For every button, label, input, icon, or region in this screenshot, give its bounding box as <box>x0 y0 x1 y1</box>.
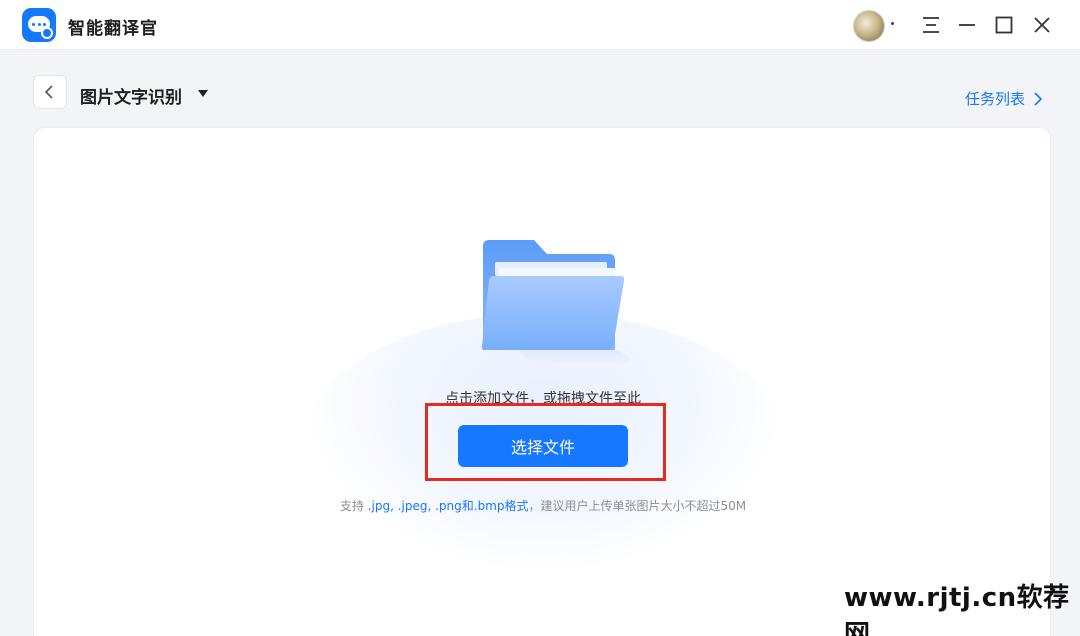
page-title[interactable]: 图片文字识别 <box>80 83 182 108</box>
close-icon <box>1034 17 1050 33</box>
minimize-button[interactable] <box>955 13 979 37</box>
select-file-button[interactable]: 选择文件 <box>458 425 628 467</box>
supported-formats-note: 支持 .jpg, .jpeg, .png和.bmp格式，建议用户上传单张图片大小… <box>34 497 1050 514</box>
support-formats: .jpg, .jpeg, .png和.bmp格式 <box>367 499 529 513</box>
support-suffix: ，建议用户上传单张图片大小不超过50M <box>528 499 747 513</box>
upload-area[interactable]: 点击添加文件，或拖拽文件至此 选择文件 支持 .jpg, .jpeg, .png… <box>33 127 1051 636</box>
support-prefix: 支持 <box>339 499 368 513</box>
menu-icon <box>923 17 939 33</box>
watermark-text: www.rjtj.cn软荐网 <box>844 583 1070 636</box>
avatar-status-dot <box>891 22 894 25</box>
folder-icon <box>481 240 629 363</box>
task-list-label: 任务列表 <box>965 90 1026 108</box>
caret-down-icon[interactable] <box>197 89 209 99</box>
chevron-left-icon <box>44 85 53 99</box>
app-title: 智能翻译官 <box>68 19 158 39</box>
menu-button[interactable] <box>919 13 943 37</box>
maximize-icon <box>995 16 1013 34</box>
close-button[interactable] <box>1030 13 1054 37</box>
task-list-link[interactable]: 任务列表 <box>965 88 1043 109</box>
minimize-icon <box>959 24 975 26</box>
back-button[interactable] <box>33 75 67 109</box>
user-avatar[interactable] <box>853 10 885 42</box>
maximize-button[interactable] <box>992 13 1016 37</box>
title-bar: 智能翻译官 <box>0 0 1080 50</box>
chevron-right-icon <box>1034 91 1043 106</box>
app-logo-icon <box>22 8 56 42</box>
